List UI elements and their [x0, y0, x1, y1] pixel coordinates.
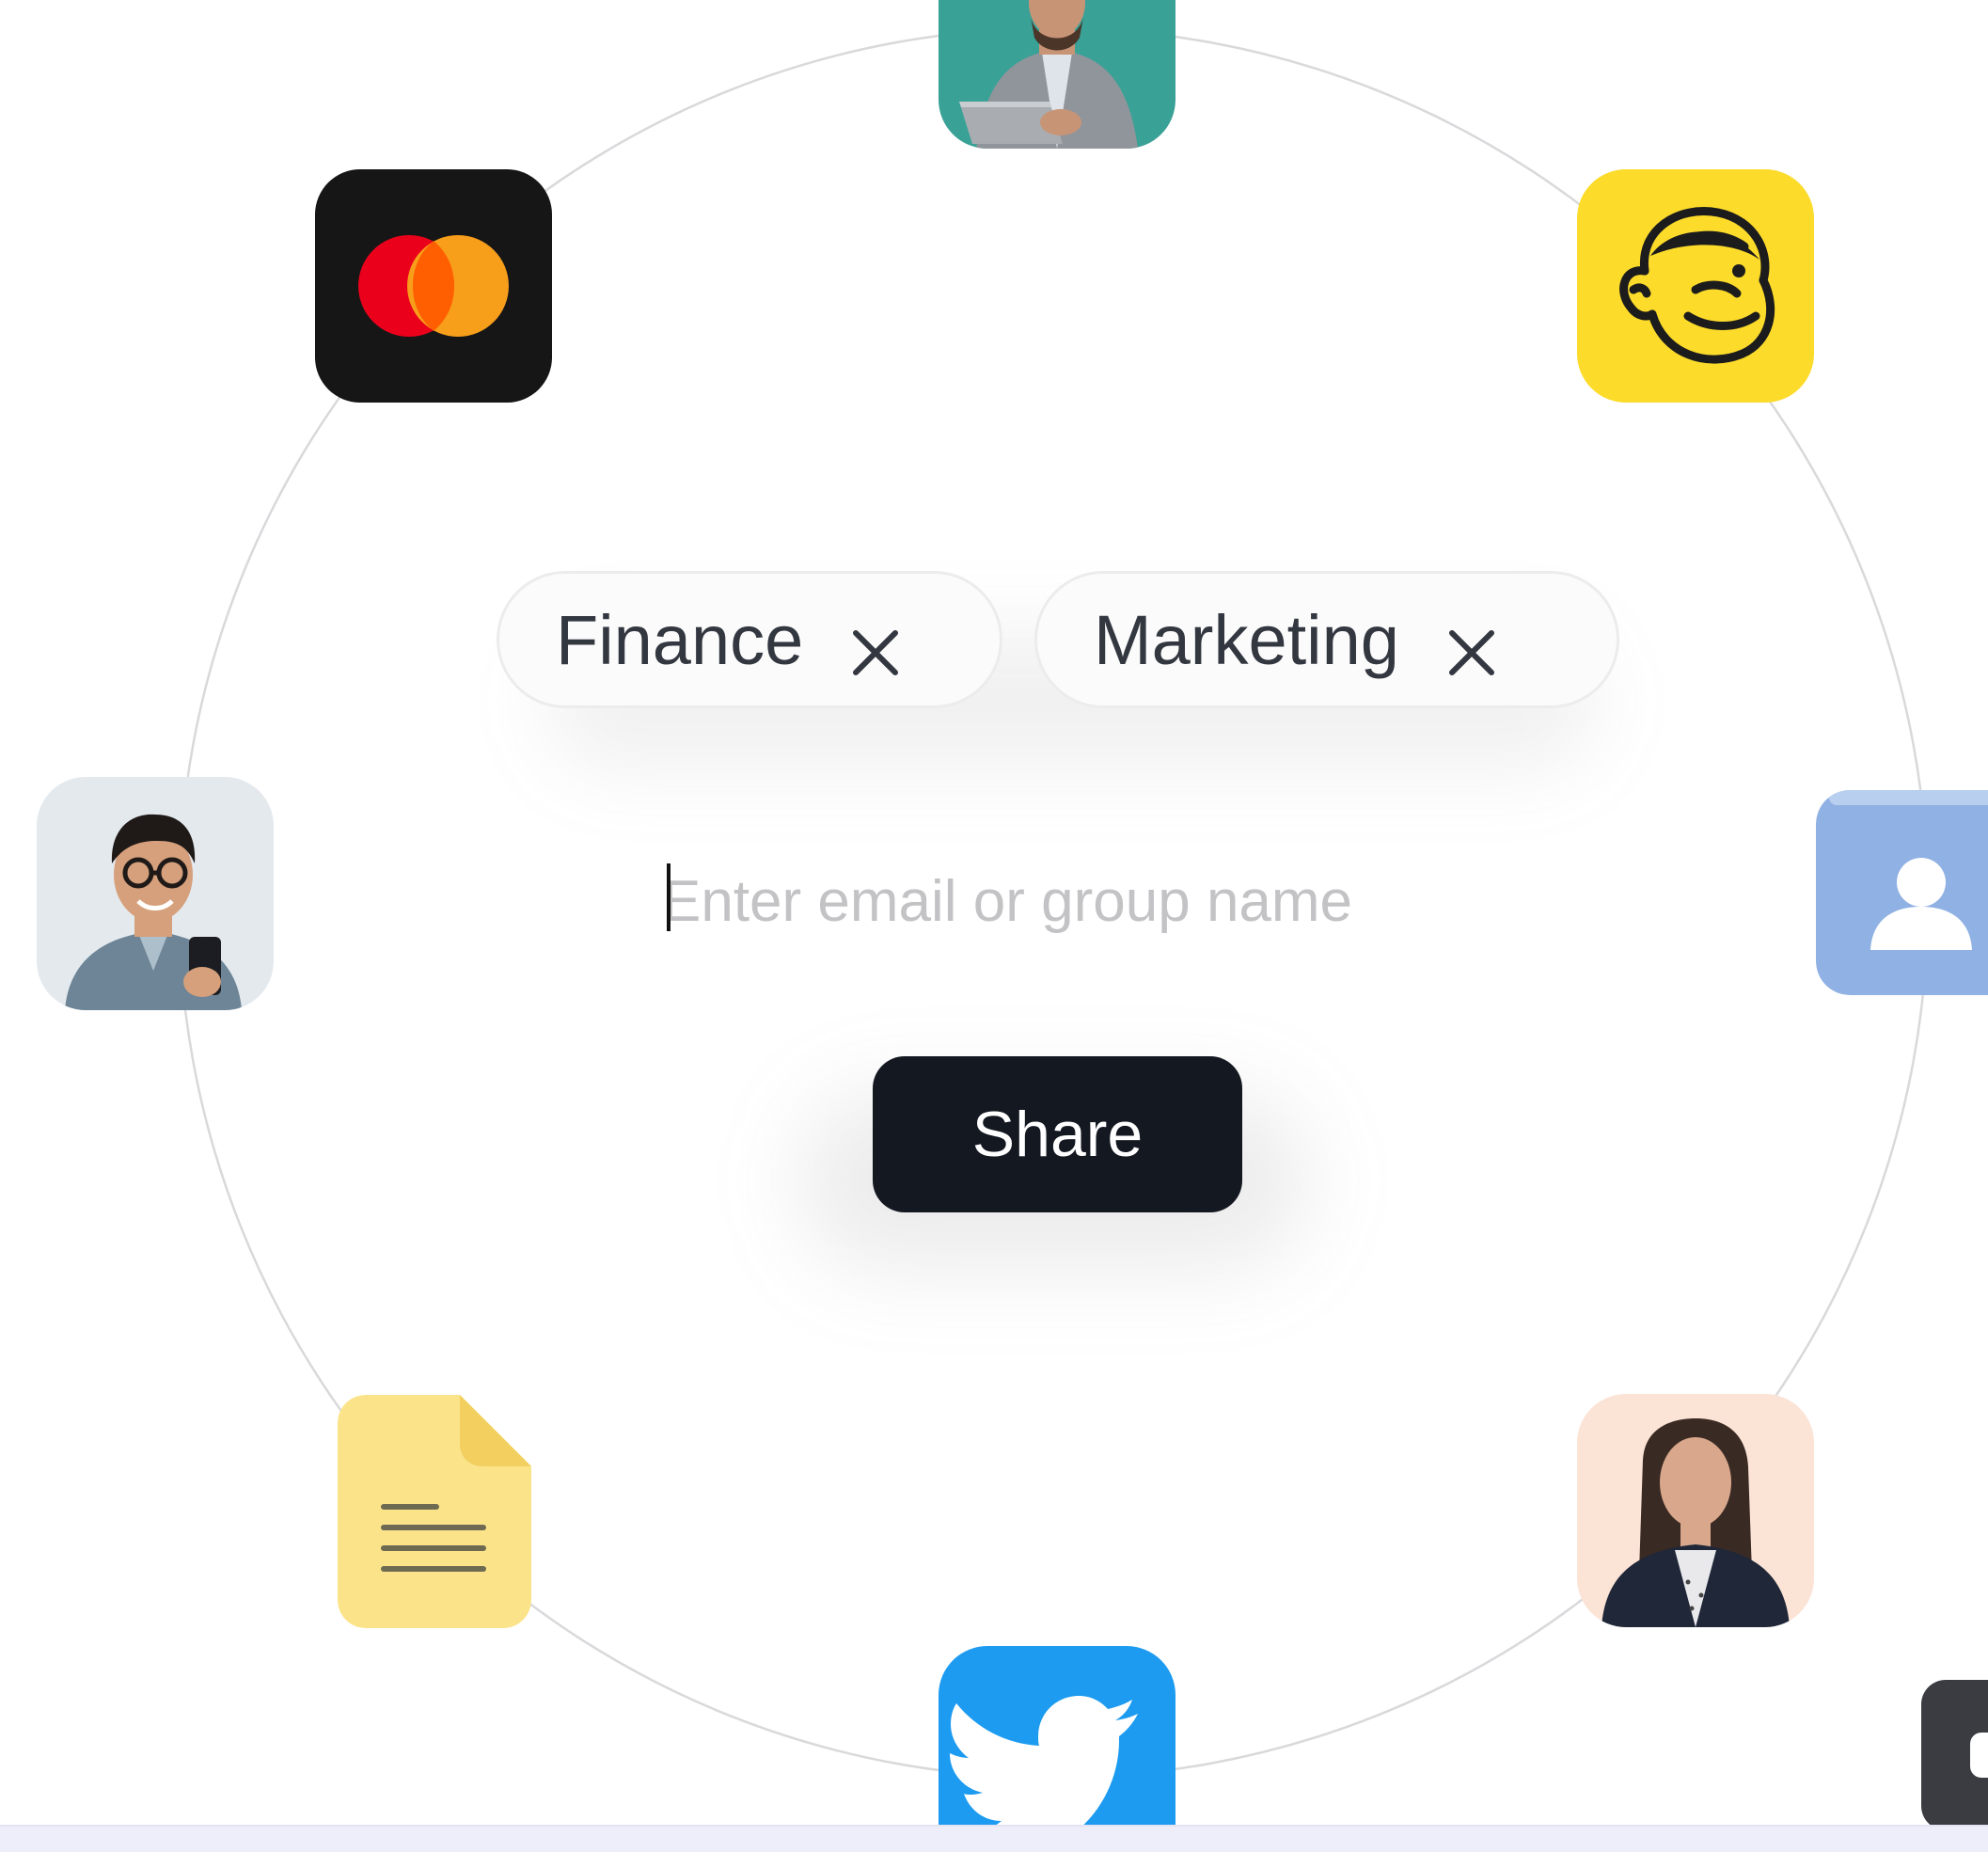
recipient-input[interactable] [662, 854, 1471, 948]
contacts-icon[interactable] [1816, 790, 1988, 995]
dark-app-icon[interactable] [1921, 1680, 1988, 1830]
document-icon[interactable] [338, 1395, 531, 1628]
share-button[interactable]: Share [873, 1056, 1242, 1212]
tag-label: Finance [556, 600, 804, 679]
tag-label: Marketing [1094, 600, 1399, 679]
person-with-laptop-avatar[interactable] [939, 0, 1175, 149]
bottom-divider [0, 1825, 1988, 1852]
divider-line [0, 1825, 1988, 1827]
close-icon[interactable] [1446, 614, 1497, 675]
close-icon[interactable] [850, 614, 901, 675]
twitter-icon[interactable] [939, 1646, 1175, 1852]
man-with-phone-avatar[interactable] [37, 777, 274, 1010]
tag-chip-finance: Finance [497, 571, 1002, 708]
share-panel: Finance Marketing Share [0, 0, 1988, 1852]
mailchimp-icon[interactable] [1577, 169, 1814, 403]
tag-chip-marketing: Marketing [1034, 571, 1619, 708]
mastercard-icon[interactable] [315, 169, 552, 403]
woman-in-blazer-avatar[interactable] [1577, 1394, 1814, 1627]
text-caret [667, 863, 671, 931]
